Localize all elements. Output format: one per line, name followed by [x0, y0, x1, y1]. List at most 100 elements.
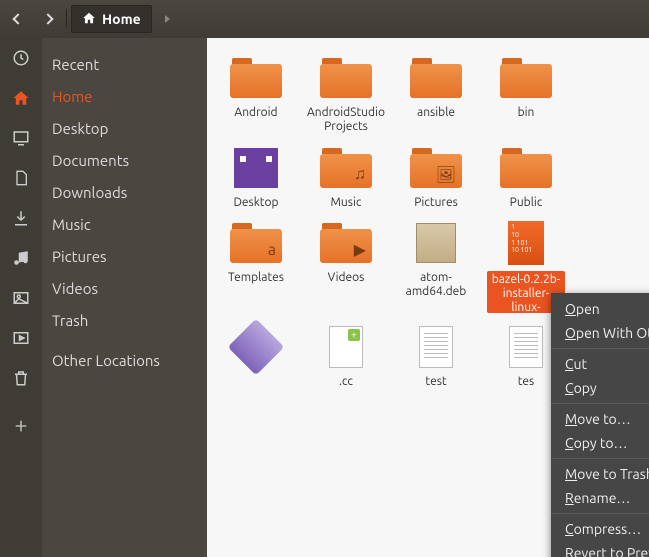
- context-menu: OpenReturnOpen With Other Application Cut…: [551, 293, 649, 557]
- menu-item[interactable]: Copy to…: [551, 431, 649, 455]
- menu-item[interactable]: Open With Other Application: [551, 321, 649, 345]
- sidebar-item-downloads[interactable]: Downloads: [42, 176, 207, 208]
- documents-icon[interactable]: [11, 168, 31, 188]
- sidebar-item-label: Pictures: [52, 248, 107, 265]
- add-location-icon[interactable]: [11, 416, 31, 436]
- desktop-icon[interactable]: [11, 128, 31, 148]
- file-label: Android: [234, 106, 277, 120]
- sidebar-item-home[interactable]: Home: [42, 80, 207, 112]
- toolbar-separator: [66, 9, 67, 29]
- sidebar-item-label: Videos: [52, 280, 98, 297]
- folder-icon: 🖼: [406, 144, 466, 192]
- menu-separator: [551, 403, 649, 404]
- file-item[interactable]: test: [397, 323, 475, 389]
- sidebar-item-label: Documents: [52, 152, 129, 169]
- menu-item-label: Rename…: [565, 490, 630, 506]
- file-label: Public: [510, 196, 543, 210]
- file-label: .cc: [339, 375, 353, 389]
- sidebar-item-desktop[interactable]: Desktop: [42, 112, 207, 144]
- menu-item[interactable]: Compress…: [551, 517, 649, 541]
- sidebar-item-trash[interactable]: Trash: [42, 304, 207, 336]
- file-item[interactable]: ♫Music: [307, 144, 385, 210]
- music-icon[interactable]: [11, 248, 31, 268]
- file-label: AndroidStudioProjects: [307, 106, 385, 134]
- sidebar-item-recent[interactable]: Recent: [42, 48, 207, 80]
- file-item[interactable]: Android: [217, 54, 295, 134]
- downloads-icon[interactable]: [11, 208, 31, 228]
- menu-item[interactable]: CutCtrl+X: [551, 352, 649, 376]
- folder-icon: [226, 54, 286, 102]
- file-item[interactable]: a Templates: [217, 219, 295, 313]
- sidebar-item-pictures[interactable]: Pictures: [42, 240, 207, 272]
- menu-item[interactable]: Move to TrashDelete: [551, 462, 649, 486]
- trash-icon[interactable]: [11, 368, 31, 388]
- menu-separator: [551, 458, 649, 459]
- folder-icon: [496, 144, 556, 192]
- home-rail-icon[interactable]: [11, 88, 31, 108]
- folder-icon: a: [226, 219, 286, 267]
- breadcrumb-label: Home: [102, 11, 141, 27]
- menu-separator: [551, 348, 649, 349]
- file-label: ansible: [417, 106, 455, 120]
- arch-icon: 1101 10110 101: [496, 219, 556, 267]
- menu-item[interactable]: CopyCtrl+C: [551, 376, 649, 400]
- menu-item-label: Compress…: [565, 521, 641, 537]
- purple-icon: [226, 144, 286, 192]
- forward-button[interactable]: [34, 5, 62, 33]
- sidebar-item-documents[interactable]: Documents: [42, 144, 207, 176]
- file-label: Videos: [328, 271, 365, 285]
- folder-icon: [496, 54, 556, 102]
- file-label: Templates: [228, 271, 284, 285]
- file-label: Desktop: [233, 196, 278, 210]
- sidebar-item-videos[interactable]: Videos: [42, 272, 207, 304]
- sidebar-icons: [0, 38, 42, 557]
- file-item[interactable]: ansible: [397, 54, 475, 134]
- sidebar-item-label: Home: [52, 88, 92, 105]
- diamond-icon: [226, 323, 286, 371]
- path-next-button[interactable]: [154, 5, 182, 33]
- folder-icon: ♫: [316, 144, 376, 192]
- sidebar-item-label: Recent: [52, 56, 99, 73]
- menu-item-label: Copy to…: [565, 435, 627, 451]
- cc-icon: [316, 323, 376, 371]
- file-label: test: [425, 375, 446, 389]
- folder-icon: [406, 54, 466, 102]
- breadcrumb[interactable]: Home: [71, 5, 152, 33]
- body: Recent Home Desktop Documents Downloads …: [0, 38, 649, 557]
- back-button[interactable]: [4, 5, 32, 33]
- menu-item[interactable]: OpenReturn: [551, 297, 649, 321]
- menu-item-label: Copy: [565, 380, 597, 396]
- sidebar-item-label: Downloads: [52, 184, 127, 201]
- sidebar-item-music[interactable]: Music: [42, 208, 207, 240]
- file-item[interactable]: AndroidStudioProjects: [307, 54, 385, 134]
- menu-item[interactable]: Move to…: [551, 407, 649, 431]
- sidebar: Recent Home Desktop Documents Downloads …: [42, 38, 207, 557]
- file-item[interactable]: atom-amd64.deb: [397, 219, 475, 313]
- file-item[interactable]: bin: [487, 54, 565, 134]
- toolbar: Home: [0, 0, 649, 38]
- file-manager-window: Home Recent Home Desktop Documents Downl…: [0, 0, 649, 557]
- file-grid[interactable]: Android AndroidStudioProjects ansible bin De…: [207, 38, 649, 557]
- file-label: tes: [518, 375, 535, 389]
- videos-icon[interactable]: [11, 328, 31, 348]
- menu-item-label: Cut: [565, 356, 587, 372]
- menu-item[interactable]: Rename…F2: [551, 486, 649, 510]
- sidebar-item-label: Trash: [52, 312, 88, 329]
- sidebar-item-label: Music: [52, 216, 91, 233]
- sidebar-item-label: Desktop: [52, 120, 108, 137]
- file-item[interactable]: ▶Videos: [307, 219, 385, 313]
- file-item[interactable]: Public: [487, 144, 565, 210]
- recent-icon[interactable]: [11, 48, 31, 68]
- file-label: atom-amd64.deb: [397, 271, 475, 299]
- sidebar-item-other-locations[interactable]: Other Locations: [42, 344, 207, 376]
- file-item[interactable]: 🖼Pictures: [397, 144, 475, 210]
- menu-item-label: Revert to Previous Version…: [565, 545, 649, 557]
- file-item[interactable]: [217, 323, 295, 389]
- file-item[interactable]: .cc: [307, 323, 385, 389]
- txt-icon: [496, 323, 556, 371]
- menu-separator: [551, 513, 649, 514]
- home-icon: [82, 11, 96, 28]
- menu-item[interactable]: Revert to Previous Version…: [551, 541, 649, 557]
- pictures-icon[interactable]: [11, 288, 31, 308]
- file-item[interactable]: Desktop: [217, 144, 295, 210]
